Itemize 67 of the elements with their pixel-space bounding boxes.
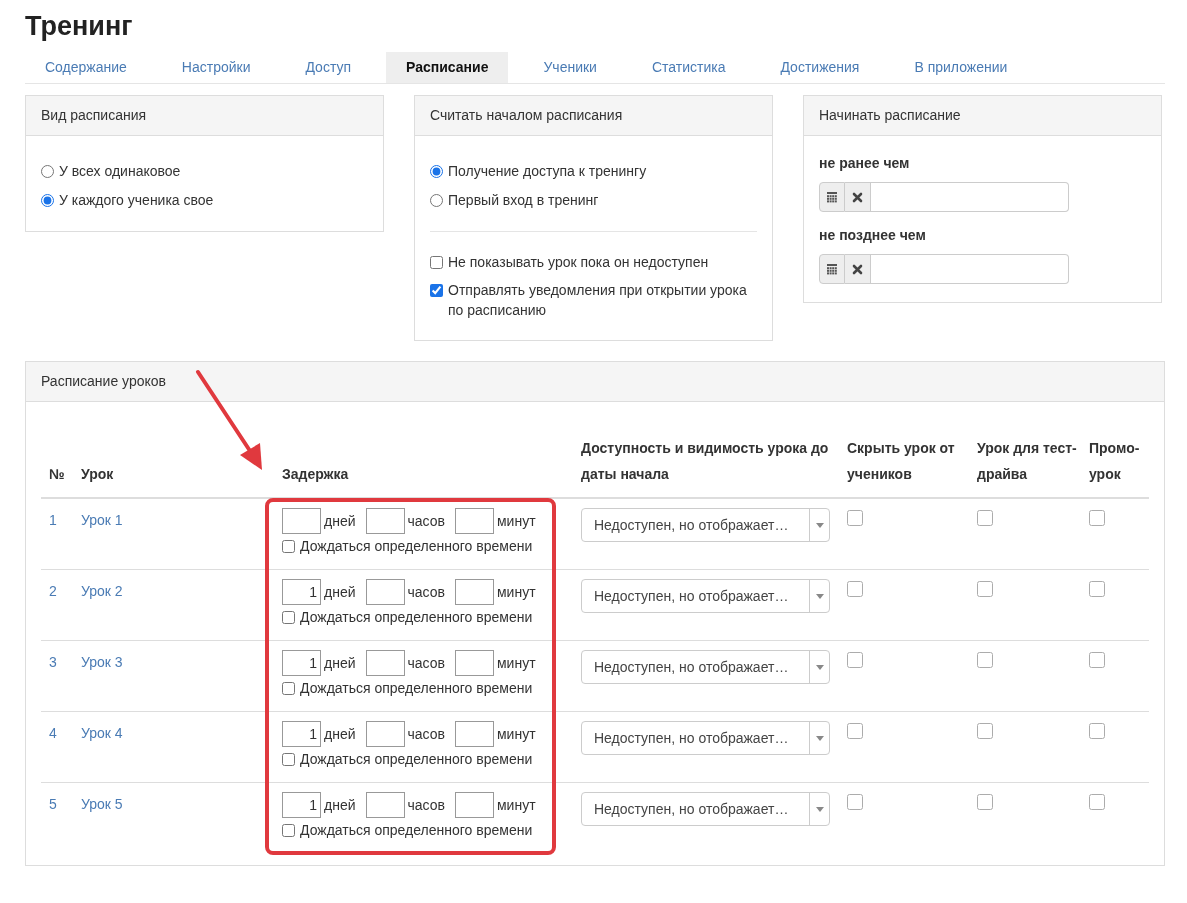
unit-label: минут: [497, 653, 536, 673]
row-number: 1: [49, 512, 57, 528]
dropdown[interactable]: Недоступен, но отображает…: [581, 650, 830, 684]
unit-label: часов: [407, 511, 445, 531]
page-title: Тренинг: [25, 9, 134, 43]
radio-label: У всех одинаковое: [59, 162, 181, 181]
dropdown[interactable]: Недоступен, но отображает…: [581, 792, 830, 826]
tab[interactable]: Доступ: [285, 52, 372, 83]
column-header: Задержка: [282, 465, 350, 484]
panel-title: Вид расписания: [41, 106, 147, 125]
lesson-link[interactable]: Урок 2: [81, 583, 123, 599]
checkbox-label: Дождаться определенного времени: [300, 537, 533, 556]
radio-label: Первый вход в тренинг: [448, 191, 599, 210]
unit-label: часов: [407, 795, 445, 815]
checkbox-label: Отправлять уведомления при открытии урока по расписанию: [448, 281, 748, 320]
tab[interactable]: В приложении: [894, 52, 1028, 83]
unit-label: часов: [407, 653, 445, 673]
checkbox-label: Не показывать урок пока он недоступен: [448, 253, 709, 272]
checkbox-label: Дождаться определенного времени: [300, 679, 533, 698]
unit-label: дней: [324, 653, 356, 673]
unit-label: часов: [407, 724, 445, 744]
tab[interactable]: Содержание: [25, 52, 147, 83]
number-input[interactable]: 1: [282, 792, 321, 818]
tab[interactable]: Статистика: [631, 52, 746, 83]
unit-label: минут: [497, 795, 536, 815]
unit-label: часов: [407, 582, 445, 602]
tab[interactable]: Расписание: [386, 52, 509, 83]
lesson-link[interactable]: Урок 4: [81, 725, 123, 741]
field-label: не позднее чем: [819, 226, 927, 245]
unit-label: дней: [324, 511, 356, 531]
unit-label: минут: [497, 511, 536, 531]
radio-label: У каждого ученика свое: [59, 191, 214, 210]
radio-label: Получение доступа к тренингу: [448, 162, 647, 181]
column-header: Урок для тест-драйва: [977, 439, 1078, 484]
column-header: Скрыть урок от учеников: [847, 439, 956, 484]
column-header: Доступность и видимость урока до даты начала: [581, 439, 830, 484]
column-header: Урок: [81, 465, 115, 484]
row-number: 3: [49, 654, 57, 670]
number-input[interactable]: 1: [282, 650, 321, 676]
row-number: 4: [49, 725, 57, 741]
lesson-link[interactable]: Урок 5: [81, 796, 123, 812]
dropdown[interactable]: Недоступен, но отображает…: [581, 721, 830, 755]
dropdown[interactable]: Недоступен, но отображает…: [581, 508, 830, 542]
column-header: №: [49, 465, 66, 484]
lesson-link[interactable]: Урок 3: [81, 654, 123, 670]
unit-label: дней: [324, 724, 356, 744]
tab[interactable]: Настройки: [161, 52, 271, 83]
tab[interactable]: Достижения: [760, 52, 880, 83]
unit-label: дней: [324, 795, 356, 815]
panel-title: Расписание уроков: [41, 372, 166, 391]
lesson-link[interactable]: Урок 1: [81, 512, 123, 528]
checkbox-label: Дождаться определенного времени: [300, 608, 533, 627]
checkbox-label: Дождаться определенного времени: [300, 750, 533, 769]
number-input[interactable]: 1: [282, 721, 321, 747]
checkbox-label: Дождаться определенного времени: [300, 821, 533, 840]
unit-label: минут: [497, 582, 536, 602]
unit-label: дней: [324, 582, 356, 602]
dropdown[interactable]: Недоступен, но отображает…: [581, 579, 830, 613]
field-label: не ранее чем: [819, 154, 911, 173]
column-header: Промо-урок: [1089, 439, 1141, 484]
tab[interactable]: Ученики: [523, 52, 617, 83]
row-number: 2: [49, 583, 57, 599]
panel-title: Начинать расписание: [819, 106, 961, 125]
number-input[interactable]: 1: [282, 579, 321, 605]
panel-title: Считать началом расписания: [430, 106, 623, 125]
unit-label: минут: [497, 724, 536, 744]
row-number: 5: [49, 796, 57, 812]
